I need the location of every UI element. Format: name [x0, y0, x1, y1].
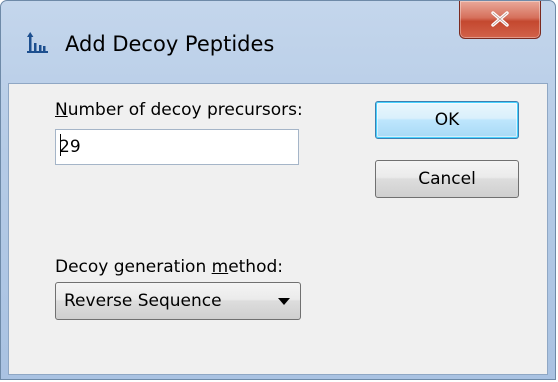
title-bar[interactable]: Add Decoy Peptides [1, 1, 555, 83]
dropdown-arrow-icon [278, 298, 290, 305]
precursors-label-text: umber of decoy precursors: [67, 100, 303, 120]
peptide-chart-icon [25, 31, 49, 53]
precursors-input[interactable] [55, 129, 299, 165]
method-label: Decoy generation method: [55, 257, 283, 277]
method-label-text-after: ethod: [228, 257, 284, 277]
dialog-window: Add Decoy Peptides Number of decoy precu… [0, 0, 556, 380]
method-select[interactable]: Reverse Sequence [55, 282, 301, 320]
dialog-client-area: Number of decoy precursors: OK Cancel De… [8, 83, 548, 375]
close-button[interactable] [459, 1, 541, 39]
text-caret [60, 134, 61, 156]
precursors-label: Number of decoy precursors: [55, 100, 303, 120]
precursors-label-accelerator: N [55, 100, 68, 120]
method-label-accelerator: m [211, 257, 229, 277]
method-label-text-before: Decoy generation [55, 257, 212, 277]
cancel-button[interactable]: Cancel [375, 160, 519, 198]
window-title: Add Decoy Peptides [65, 32, 275, 56]
ok-button[interactable]: OK [375, 101, 519, 139]
close-x-icon [491, 11, 509, 27]
method-selected-value: Reverse Sequence [64, 291, 222, 311]
